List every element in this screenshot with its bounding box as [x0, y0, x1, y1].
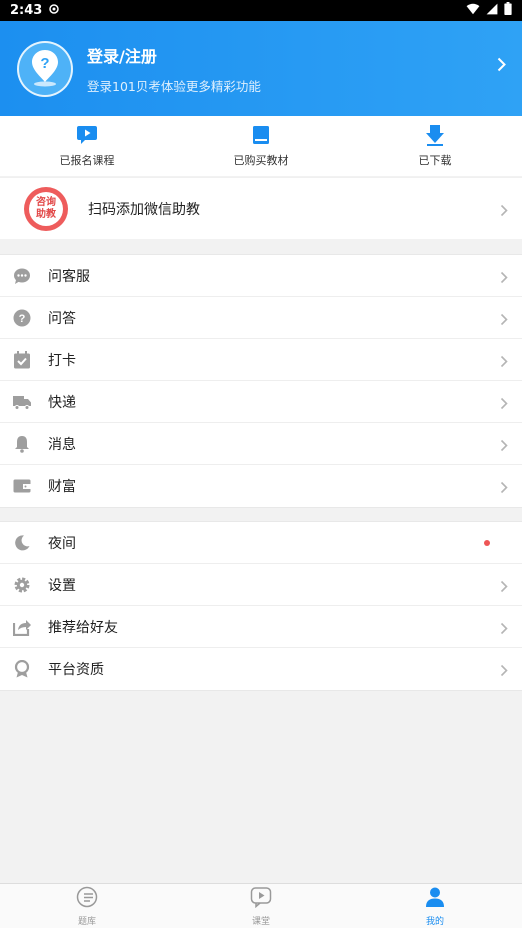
- menu-item-qa[interactable]: ? 问答: [0, 297, 522, 339]
- downloaded-label: 已下载: [418, 154, 452, 167]
- calendar-check-icon: [13, 350, 31, 369]
- badge-text-bottom: 助教: [36, 208, 56, 220]
- tab-label: 课堂: [251, 916, 270, 927]
- settings-notification-icon: [48, 3, 60, 19]
- login-subtitle: 登录101贝考体验更多精彩功能: [87, 78, 261, 94]
- enrolled-courses-label: 已报名课程: [59, 154, 115, 167]
- play-chat-icon: [76, 124, 98, 146]
- chevron-right-icon: [500, 311, 508, 330]
- list-icon: [76, 886, 98, 912]
- tab-mine[interactable]: 我的: [348, 884, 522, 928]
- menu-group-settings: 夜间 设置 推荐给好友 平台资质: [0, 521, 522, 691]
- tab-classroom[interactable]: 课堂: [174, 884, 348, 928]
- chevron-right-icon: [500, 437, 508, 456]
- chevron-right-icon: [500, 353, 508, 372]
- quick-actions: 已报名课程 已购买教材 已下载: [0, 116, 522, 176]
- menu-label: 夜间: [48, 535, 76, 552]
- chat-icon: [13, 267, 31, 285]
- notification-dot: [484, 540, 490, 546]
- menu-label: 打卡: [48, 352, 76, 369]
- menu-item-settings[interactable]: 设置: [0, 564, 522, 606]
- moon-icon: [13, 534, 31, 552]
- chevron-right-icon: [500, 662, 508, 681]
- wechat-assistant-row[interactable]: 咨询 助教 扫码添加微信助教: [0, 177, 522, 239]
- tab-question-bank[interactable]: 题库: [0, 884, 174, 928]
- svg-text:?: ?: [40, 55, 49, 72]
- purchased-books-label: 已购买教材: [233, 154, 289, 167]
- chevron-right-icon: [500, 479, 508, 498]
- book-icon: [252, 124, 270, 146]
- menu-item-night-mode[interactable]: 夜间: [0, 522, 522, 564]
- badge-text-top: 咨询: [36, 196, 56, 208]
- chevron-right-icon: [500, 395, 508, 414]
- menu-label: 推荐给好友: [48, 619, 118, 636]
- menu-item-recommend[interactable]: 推荐给好友: [0, 606, 522, 648]
- menu-label: 问客服: [48, 268, 90, 285]
- enrolled-courses-button[interactable]: 已报名课程: [0, 116, 174, 176]
- chevron-right-icon: [500, 620, 508, 639]
- award-icon: [13, 660, 31, 678]
- status-time: 2:43: [10, 3, 43, 18]
- menu-item-customer-service[interactable]: 问客服: [0, 255, 522, 297]
- downloaded-button[interactable]: 已下载: [348, 116, 522, 176]
- menu-item-qualifications[interactable]: 平台资质: [0, 648, 522, 690]
- bottom-tab-bar: 题库 课堂 我的: [0, 883, 522, 928]
- menu-label: 快递: [48, 394, 76, 411]
- login-title[interactable]: 登录/注册: [87, 43, 261, 67]
- menu-item-wealth[interactable]: 财富: [0, 465, 522, 507]
- question-icon: ?: [13, 309, 31, 327]
- tab-label: 我的: [425, 916, 444, 927]
- person-icon: [424, 886, 446, 912]
- chevron-right-icon: [497, 57, 506, 76]
- svg-text:?: ?: [19, 313, 26, 325]
- gear-icon: [13, 576, 31, 594]
- menu-label: 消息: [48, 436, 76, 453]
- chevron-right-icon: [500, 202, 508, 221]
- menu-item-checkin[interactable]: 打卡: [0, 339, 522, 381]
- menu-item-express[interactable]: 快递: [0, 381, 522, 423]
- share-icon: [13, 618, 31, 636]
- status-bar: 2:43: [0, 0, 522, 21]
- wechat-assistant-label: 扫码添加微信助教: [88, 201, 200, 218]
- signal-icon: [486, 3, 498, 19]
- menu-label: 设置: [48, 577, 76, 594]
- wifi-icon: [466, 3, 480, 19]
- wallet-icon: [13, 477, 31, 495]
- menu-label: 问答: [48, 310, 76, 327]
- tab-label: 题库: [77, 916, 96, 927]
- purchased-books-button[interactable]: 已购买教材: [174, 116, 348, 176]
- play-icon: [250, 886, 272, 912]
- consult-assistant-badge: 咨询 助教: [24, 186, 68, 231]
- login-header[interactable]: ? 登录/注册 登录101贝考体验更多精彩功能: [0, 21, 522, 116]
- bell-icon: [13, 435, 31, 453]
- user-question-icon: ?: [25, 47, 65, 91]
- chevron-right-icon: [500, 269, 508, 288]
- battery-icon: [504, 2, 512, 19]
- menu-item-messages[interactable]: 消息: [0, 423, 522, 465]
- avatar[interactable]: ?: [17, 40, 73, 97]
- menu-group-services: 问客服 ? 问答 打卡 快递 消息 财富: [0, 254, 522, 508]
- download-icon: [425, 124, 445, 146]
- chevron-right-icon: [500, 578, 508, 597]
- menu-label: 平台资质: [48, 662, 104, 678]
- menu-label: 财富: [48, 479, 76, 495]
- truck-icon: [13, 393, 31, 411]
